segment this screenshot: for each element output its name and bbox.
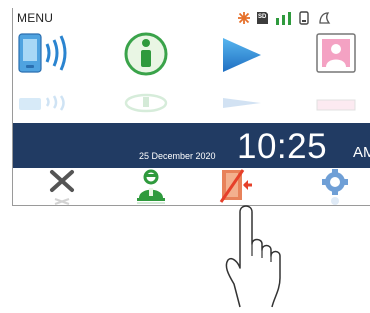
info-button[interactable] <box>121 30 168 120</box>
notification-icon <box>317 11 331 30</box>
info-icon <box>124 32 168 113</box>
am-pm-text: AM <box>353 144 370 161</box>
play-button[interactable] <box>217 30 263 120</box>
handset-wireless-icon <box>18 33 67 111</box>
signal-bars-icon <box>275 11 293 30</box>
intercom-wireless-button[interactable] <box>17 30 67 120</box>
caretaker-icon <box>137 169 165 204</box>
no-tone-icon <box>237 11 251 30</box>
sd-label: SD <box>258 14 267 20</box>
settings-gear-icon <box>322 169 348 205</box>
close-button[interactable] <box>47 168 87 205</box>
battery-icon <box>299 11 309 30</box>
contacts-button[interactable] <box>311 30 357 120</box>
play-icon <box>223 38 261 108</box>
close-x-icon <box>50 170 74 205</box>
menu-title: MENU <box>17 11 54 25</box>
touch-screen: MENU SD 25 December 2020 10:25 AM <box>12 8 370 206</box>
settings-button[interactable] <box>319 168 359 205</box>
clock-bar: 25 December 2020 10:25 AM <box>13 123 370 168</box>
sd-card-icon: SD <box>256 11 269 30</box>
tapping-hand-icon <box>222 194 282 313</box>
caretaker-button[interactable] <box>133 168 173 205</box>
time-text: 10:25 <box>237 127 328 166</box>
contact-card-icon <box>316 33 356 111</box>
date-text: 25 December 2020 <box>139 151 216 161</box>
